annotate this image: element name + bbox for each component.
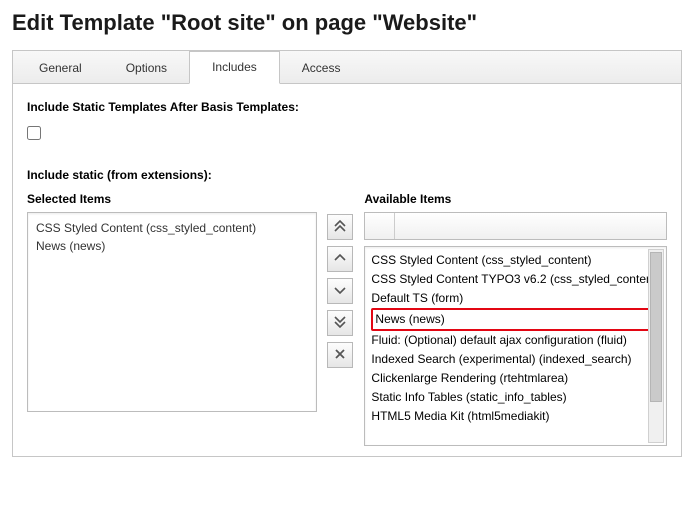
filter-input[interactable]	[395, 213, 666, 239]
selected-heading: Selected Items	[27, 192, 317, 206]
chevron-down-icon	[334, 284, 346, 299]
remove-button[interactable]	[327, 342, 353, 368]
list-item[interactable]: Fluid: (Optional) default ajax configura…	[371, 331, 660, 350]
tab-general[interactable]: General	[17, 53, 104, 84]
list-item[interactable]: Clickenlarge Rendering (rtehtmlarea)	[371, 369, 660, 388]
tab-panel-includes: Include Static Templates After Basis Tem…	[12, 84, 682, 457]
list-item[interactable]: Indexed Search (experimental) (indexed_s…	[371, 350, 660, 369]
scrollbar[interactable]	[648, 249, 664, 443]
close-icon	[334, 348, 346, 363]
after-basis-checkbox[interactable]	[27, 126, 41, 140]
tab-options[interactable]: Options	[104, 53, 189, 84]
move-up-button[interactable]	[327, 246, 353, 272]
filter-bar	[364, 212, 667, 240]
list-item[interactable]: CSS Styled Content TYPO3 v6.2 (css_style…	[371, 270, 660, 289]
list-item[interactable]: Static Info Tables (static_info_tables)	[371, 388, 660, 407]
available-heading: Available Items	[364, 192, 667, 206]
include-static-label: Include static (from extensions):	[27, 168, 667, 182]
after-basis-label: Include Static Templates After Basis Tem…	[27, 100, 667, 114]
filter-button[interactable]	[365, 213, 395, 239]
list-item[interactable]: News (news)	[371, 308, 660, 331]
move-down-button[interactable]	[327, 278, 353, 304]
list-item[interactable]: CSS Styled Content (css_styled_content)	[36, 219, 308, 237]
list-item[interactable]: CSS Styled Content (css_styled_content)	[371, 251, 660, 270]
double-chevron-down-icon	[334, 316, 346, 331]
tab-access[interactable]: Access	[280, 53, 363, 84]
selected-items-list[interactable]: CSS Styled Content (css_styled_content)N…	[27, 212, 317, 412]
list-item[interactable]: HTML5 Media Kit (html5mediakit)	[371, 407, 660, 426]
available-items-list[interactable]: CSS Styled Content (css_styled_content)C…	[364, 246, 667, 446]
chevron-up-icon	[334, 252, 346, 267]
tab-bar: General Options Includes Access	[12, 50, 682, 84]
tab-includes[interactable]: Includes	[189, 51, 280, 84]
scrollbar-thumb[interactable]	[650, 252, 662, 402]
move-top-button[interactable]	[327, 214, 353, 240]
list-item[interactable]: News (news)	[36, 237, 308, 255]
page-title: Edit Template "Root site" on page "Websi…	[12, 10, 682, 36]
list-item[interactable]: Default TS (form)	[371, 289, 660, 308]
move-bottom-button[interactable]	[327, 310, 353, 336]
double-chevron-up-icon	[334, 220, 346, 235]
